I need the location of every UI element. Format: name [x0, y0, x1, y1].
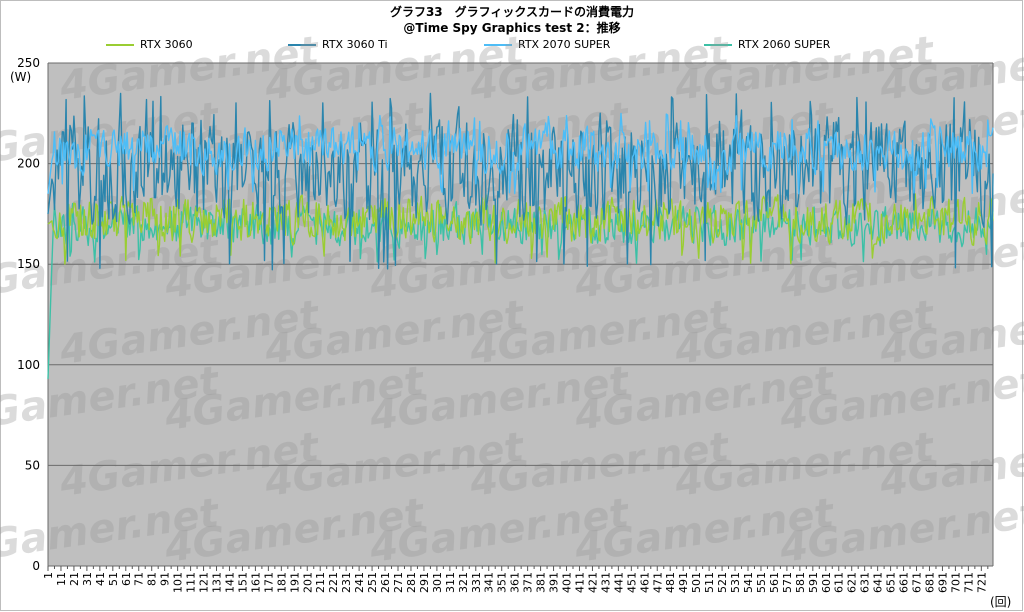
x-tick-label: 31	[81, 572, 94, 586]
y-tick-label: 50	[25, 458, 40, 472]
x-tick-label: 1	[42, 572, 55, 579]
x-tick-label: 41	[94, 572, 107, 586]
x-tick-label: 341	[483, 572, 496, 593]
x-tick-label: 11	[55, 572, 68, 586]
x-tick-label: 71	[133, 572, 146, 586]
x-tick-label: 91	[159, 572, 172, 586]
x-tick-label: 161	[249, 572, 262, 593]
x-tick-label: 711	[962, 572, 975, 593]
x-tick-label: 521	[716, 572, 729, 593]
x-tick-label: 351	[496, 572, 509, 593]
x-tick-label: 21	[68, 572, 81, 586]
x-tick-label: 131	[211, 572, 224, 593]
x-tick-label: 451	[625, 572, 638, 593]
x-tick-label: 541	[742, 572, 755, 593]
x-tick-label: 211	[314, 572, 327, 593]
x-tick-label: 561	[768, 572, 781, 593]
x-tick-label: 671	[911, 572, 924, 593]
x-tick-label: 471	[651, 572, 664, 593]
x-tick-label: 371	[522, 572, 535, 593]
x-tick-label: 631	[859, 572, 872, 593]
x-tick-label: 221	[327, 572, 340, 593]
y-tick-label: 100	[17, 358, 40, 372]
x-tick-label: 181	[275, 572, 288, 593]
x-tick-label: 641	[872, 572, 885, 593]
x-tick-label: 531	[729, 572, 742, 593]
x-tick-label: 571	[781, 572, 794, 593]
x-tick-label: 601	[820, 572, 833, 593]
y-axis-unit-label: (W)	[10, 70, 31, 84]
x-tick-label: 61	[120, 572, 133, 586]
x-tick-label: 421	[586, 572, 599, 593]
x-tick-label: 581	[794, 572, 807, 593]
x-tick-label: 611	[833, 572, 846, 593]
chart-svg: 4Gamer.net4Gamer.net4Gamer.net4Gamer.net…	[0, 28, 1024, 609]
x-tick-label: 491	[677, 572, 690, 593]
x-tick-label: 261	[379, 572, 392, 593]
y-tick-label: 150	[17, 257, 40, 271]
x-tick-label: 141	[223, 572, 236, 593]
x-tick-label: 171	[262, 572, 275, 593]
x-tick-label: 501	[690, 572, 703, 593]
x-tick-label: 391	[548, 572, 561, 593]
x-tick-label: 241	[353, 572, 366, 593]
x-tick-label: 701	[949, 572, 962, 593]
x-tick-label: 51	[107, 572, 120, 586]
x-tick-label: 621	[846, 572, 859, 593]
y-tick-label: 0	[32, 559, 40, 573]
x-tick-label: 401	[561, 572, 574, 593]
x-tick-label: 431	[599, 572, 612, 593]
y-tick-label: 250	[17, 56, 40, 70]
x-axis-unit-label: (回)	[990, 595, 1011, 609]
x-tick-label: 331	[470, 572, 483, 593]
x-tick-label: 191	[288, 572, 301, 593]
x-tick-label: 381	[535, 572, 548, 593]
x-tick-label: 311	[444, 572, 457, 593]
x-tick-label: 681	[923, 572, 936, 593]
x-tick-label: 321	[457, 572, 470, 593]
x-axis-ticks: 1 11 21 31 41 51 61 71 81 91 101 111 121 131 141 151 161…	[42, 566, 988, 593]
x-tick-label: 411	[573, 572, 586, 593]
x-tick-label: 111	[185, 572, 198, 593]
x-tick-label: 201	[301, 572, 314, 593]
x-tick-label: 461	[638, 572, 651, 593]
x-tick-label: 651	[885, 572, 898, 593]
x-tick-label: 271	[392, 572, 405, 593]
x-tick-label: 481	[664, 572, 677, 593]
x-tick-label: 301	[431, 572, 444, 593]
x-tick-label: 291	[418, 572, 431, 593]
x-tick-label: 441	[612, 572, 625, 593]
x-tick-label: 151	[236, 572, 249, 593]
x-tick-label: 551	[755, 572, 768, 593]
x-tick-label: 361	[509, 572, 522, 593]
x-tick-label: 231	[340, 572, 353, 593]
x-tick-label: 691	[936, 572, 949, 593]
x-tick-label: 281	[405, 572, 418, 593]
y-tick-label: 200	[17, 157, 40, 171]
x-tick-label: 591	[807, 572, 820, 593]
x-tick-label: 511	[703, 572, 716, 593]
x-tick-label: 251	[366, 572, 379, 593]
x-tick-label: 721	[975, 572, 988, 593]
x-tick-label: 121	[198, 572, 211, 593]
x-tick-label: 101	[172, 572, 185, 593]
x-tick-label: 661	[898, 572, 911, 593]
x-tick-label: 81	[146, 572, 159, 586]
